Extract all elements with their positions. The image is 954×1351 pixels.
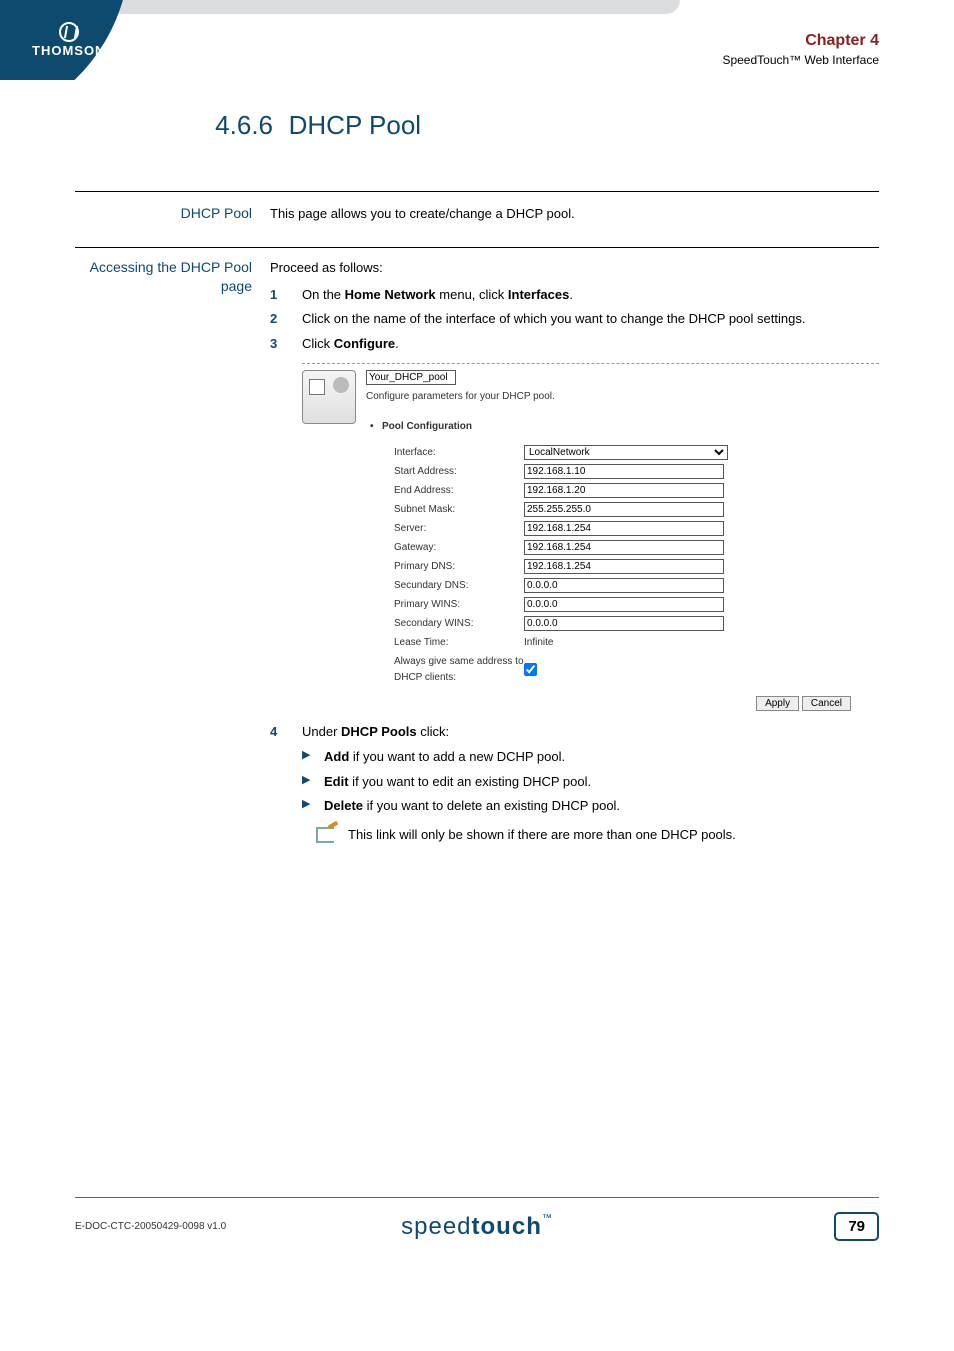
- step-text: Under DHCP Pools click:: [302, 722, 879, 743]
- intro-text: This page allows you to create/change a …: [270, 204, 879, 225]
- access-label: Accessing the DHCP Pool page: [75, 258, 270, 846]
- section-number: 4.6.6: [75, 110, 285, 141]
- step-text: Click Configure.: [302, 334, 879, 355]
- interface-select[interactable]: LocalNetwork: [524, 445, 728, 460]
- page-number: 79: [834, 1212, 879, 1241]
- secondary-dns-input[interactable]: [524, 578, 724, 593]
- row-always-same: Always give same address to DHCP clients…: [394, 654, 879, 686]
- lease-time-value: Infinite: [524, 635, 553, 651]
- step-number: 4: [270, 722, 302, 743]
- step-4: 4 Under DHCP Pools click:: [270, 722, 879, 743]
- sub-add: ▶ Add if you want to add a new DCHP pool…: [302, 747, 879, 768]
- sub-edit: ▶ Edit if you want to edit an existing D…: [302, 772, 879, 793]
- row-secondary-dns: Secundary DNS:: [394, 578, 879, 594]
- speedtouch-logo: speedtouch™: [401, 1213, 553, 1241]
- step-text: On the Home Network menu, click Interfac…: [302, 285, 879, 306]
- pool-name-input[interactable]: [366, 370, 456, 385]
- pool-graphic-icon: [302, 370, 356, 424]
- row-end-address: End Address:: [394, 483, 879, 499]
- page-footer: E-DOC-CTC-20050429-0098 v1.0 speedtouch™…: [75, 1197, 879, 1241]
- step-text: Click on the name of the interface of wh…: [302, 309, 879, 330]
- end-address-input[interactable]: [524, 483, 724, 498]
- step-1: 1 On the Home Network menu, click Interf…: [270, 285, 879, 306]
- chapter-title: Chapter 4: [722, 30, 879, 52]
- primary-dns-input[interactable]: [524, 559, 724, 574]
- apply-button[interactable]: Apply: [756, 696, 799, 711]
- section-title: DHCP Pool: [289, 110, 421, 141]
- step-3: 3 Click Configure.: [270, 334, 879, 355]
- thomson-logo-text: THOMSON: [32, 43, 105, 58]
- always-same-checkbox[interactable]: [524, 663, 537, 676]
- step-2: 2 Click on the name of the interface of …: [270, 309, 879, 330]
- cancel-button[interactable]: Cancel: [802, 696, 851, 711]
- primary-wins-input[interactable]: [524, 597, 724, 612]
- section-heading: 4.6.6 DHCP Pool: [75, 110, 879, 141]
- row-lease-time: Lease Time: Infinite: [394, 635, 879, 651]
- row-server: Server:: [394, 521, 879, 537]
- page-header-right: Chapter 4 SpeedTouch™ Web Interface: [722, 30, 879, 69]
- secondary-wins-input[interactable]: [524, 616, 724, 631]
- subnet-mask-input[interactable]: [524, 502, 724, 517]
- pool-config-header: Pool Configuration: [382, 419, 879, 435]
- sub-delete: ▶ Delete if you want to delete an existi…: [302, 796, 879, 817]
- bullet-arrow-icon: ▶: [302, 747, 324, 768]
- document-id: E-DOC-CTC-20050429-0098 v1.0: [75, 1221, 226, 1232]
- note-row: This link will only be shown if there ar…: [316, 825, 879, 846]
- gateway-input[interactable]: [524, 540, 724, 555]
- row-start-address: Start Address:: [394, 464, 879, 480]
- intro-label: DHCP Pool: [75, 204, 270, 225]
- bullet-arrow-icon: ▶: [302, 772, 324, 793]
- step-number: 2: [270, 309, 302, 330]
- bullet-arrow-icon: ▶: [302, 796, 324, 817]
- thomson-logo: THOMSON: [32, 22, 105, 58]
- note-text: This link will only be shown if there ar…: [348, 825, 736, 846]
- step-number: 3: [270, 334, 302, 355]
- row-primary-wins: Primary WINS:: [394, 597, 879, 613]
- chapter-subtitle: SpeedTouch™ Web Interface: [722, 52, 879, 69]
- row-secondary-wins: Secondary WINS:: [394, 616, 879, 632]
- row-gateway: Gateway:: [394, 540, 879, 556]
- pool-subtitle: Configure parameters for your DHCP pool.: [366, 389, 879, 405]
- row-subnet-mask: Subnet Mask:: [394, 502, 879, 518]
- row-interface: Interface: LocalNetwork: [394, 445, 879, 461]
- dhcp-pool-screenshot: Configure parameters for your DHCP pool.…: [302, 363, 879, 712]
- thomson-logo-icon: [59, 22, 79, 42]
- step-number: 1: [270, 285, 302, 306]
- access-lead: Proceed as follows:: [270, 258, 879, 279]
- server-input[interactable]: [524, 521, 724, 536]
- note-icon: [316, 825, 336, 845]
- start-address-input[interactable]: [524, 464, 724, 479]
- row-primary-dns: Primary DNS:: [394, 559, 879, 575]
